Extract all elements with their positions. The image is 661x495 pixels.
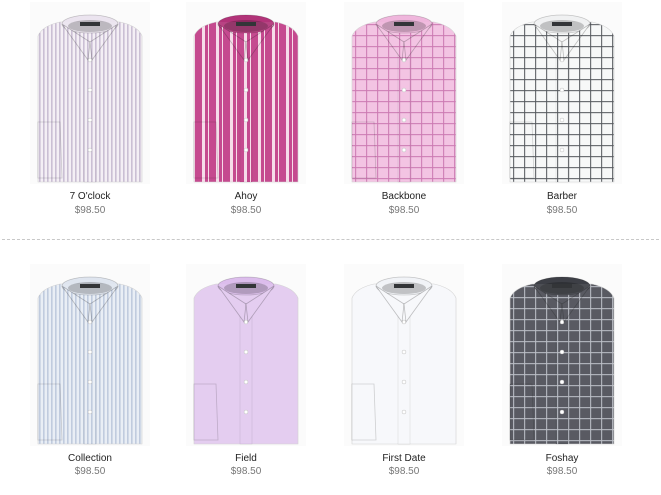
shirt-image[interactable] bbox=[344, 264, 464, 446]
shirt-illustration bbox=[344, 264, 464, 446]
product-price: $98.50 bbox=[388, 205, 420, 216]
shirt-image[interactable] bbox=[30, 264, 150, 446]
product-card[interactable]: Ahoy $98.50 bbox=[172, 0, 322, 230]
product-name[interactable]: Backbone bbox=[330, 191, 478, 203]
shirt-image[interactable] bbox=[502, 2, 622, 184]
product-price: $98.50 bbox=[74, 466, 106, 477]
product-name[interactable]: First Date bbox=[330, 453, 478, 465]
product-price: $98.50 bbox=[230, 466, 262, 477]
product-name[interactable]: Ahoy bbox=[172, 191, 320, 203]
shirt-illustration bbox=[30, 2, 150, 184]
shirt-illustration bbox=[502, 2, 622, 184]
product-name[interactable]: 7 O'clock bbox=[16, 191, 164, 203]
product-grid-page: 7 O'clock $98.50 Ahoy $98.50 Backbone $9… bbox=[0, 0, 661, 495]
product-name[interactable]: Collection bbox=[16, 453, 164, 465]
product-card[interactable]: First Date $98.50 bbox=[330, 262, 480, 492]
product-name[interactable]: Barber bbox=[488, 191, 636, 203]
shirt-image[interactable] bbox=[30, 2, 150, 184]
shirt-image[interactable] bbox=[502, 264, 622, 446]
product-price: $98.50 bbox=[388, 466, 420, 477]
shirt-illustration bbox=[30, 264, 150, 446]
product-price: $98.50 bbox=[546, 205, 578, 216]
product-card[interactable]: 7 O'clock $98.50 bbox=[16, 0, 166, 230]
product-price: $98.50 bbox=[230, 205, 262, 216]
shirt-image[interactable] bbox=[344, 2, 464, 184]
row-divider bbox=[2, 239, 659, 240]
shirt-image[interactable] bbox=[186, 2, 306, 184]
shirt-illustration bbox=[186, 2, 306, 184]
product-card[interactable]: Backbone $98.50 bbox=[330, 0, 480, 230]
product-name[interactable]: Field bbox=[172, 453, 320, 465]
product-row-2: Collection $98.50 Field $98.50 First Dat… bbox=[0, 262, 661, 492]
product-price: $98.50 bbox=[546, 466, 578, 477]
shirt-illustration bbox=[344, 2, 464, 184]
shirt-illustration bbox=[502, 264, 622, 446]
product-card[interactable]: Foshay $98.50 bbox=[488, 262, 638, 492]
product-card[interactable]: Collection $98.50 bbox=[16, 262, 166, 492]
product-card[interactable]: Field $98.50 bbox=[172, 262, 322, 492]
shirt-image[interactable] bbox=[186, 264, 306, 446]
product-name[interactable]: Foshay bbox=[488, 453, 636, 465]
product-row-1: 7 O'clock $98.50 Ahoy $98.50 Backbone $9… bbox=[0, 0, 661, 230]
product-price: $98.50 bbox=[74, 205, 106, 216]
shirt-illustration bbox=[186, 264, 306, 446]
product-card[interactable]: Barber $98.50 bbox=[488, 0, 638, 230]
